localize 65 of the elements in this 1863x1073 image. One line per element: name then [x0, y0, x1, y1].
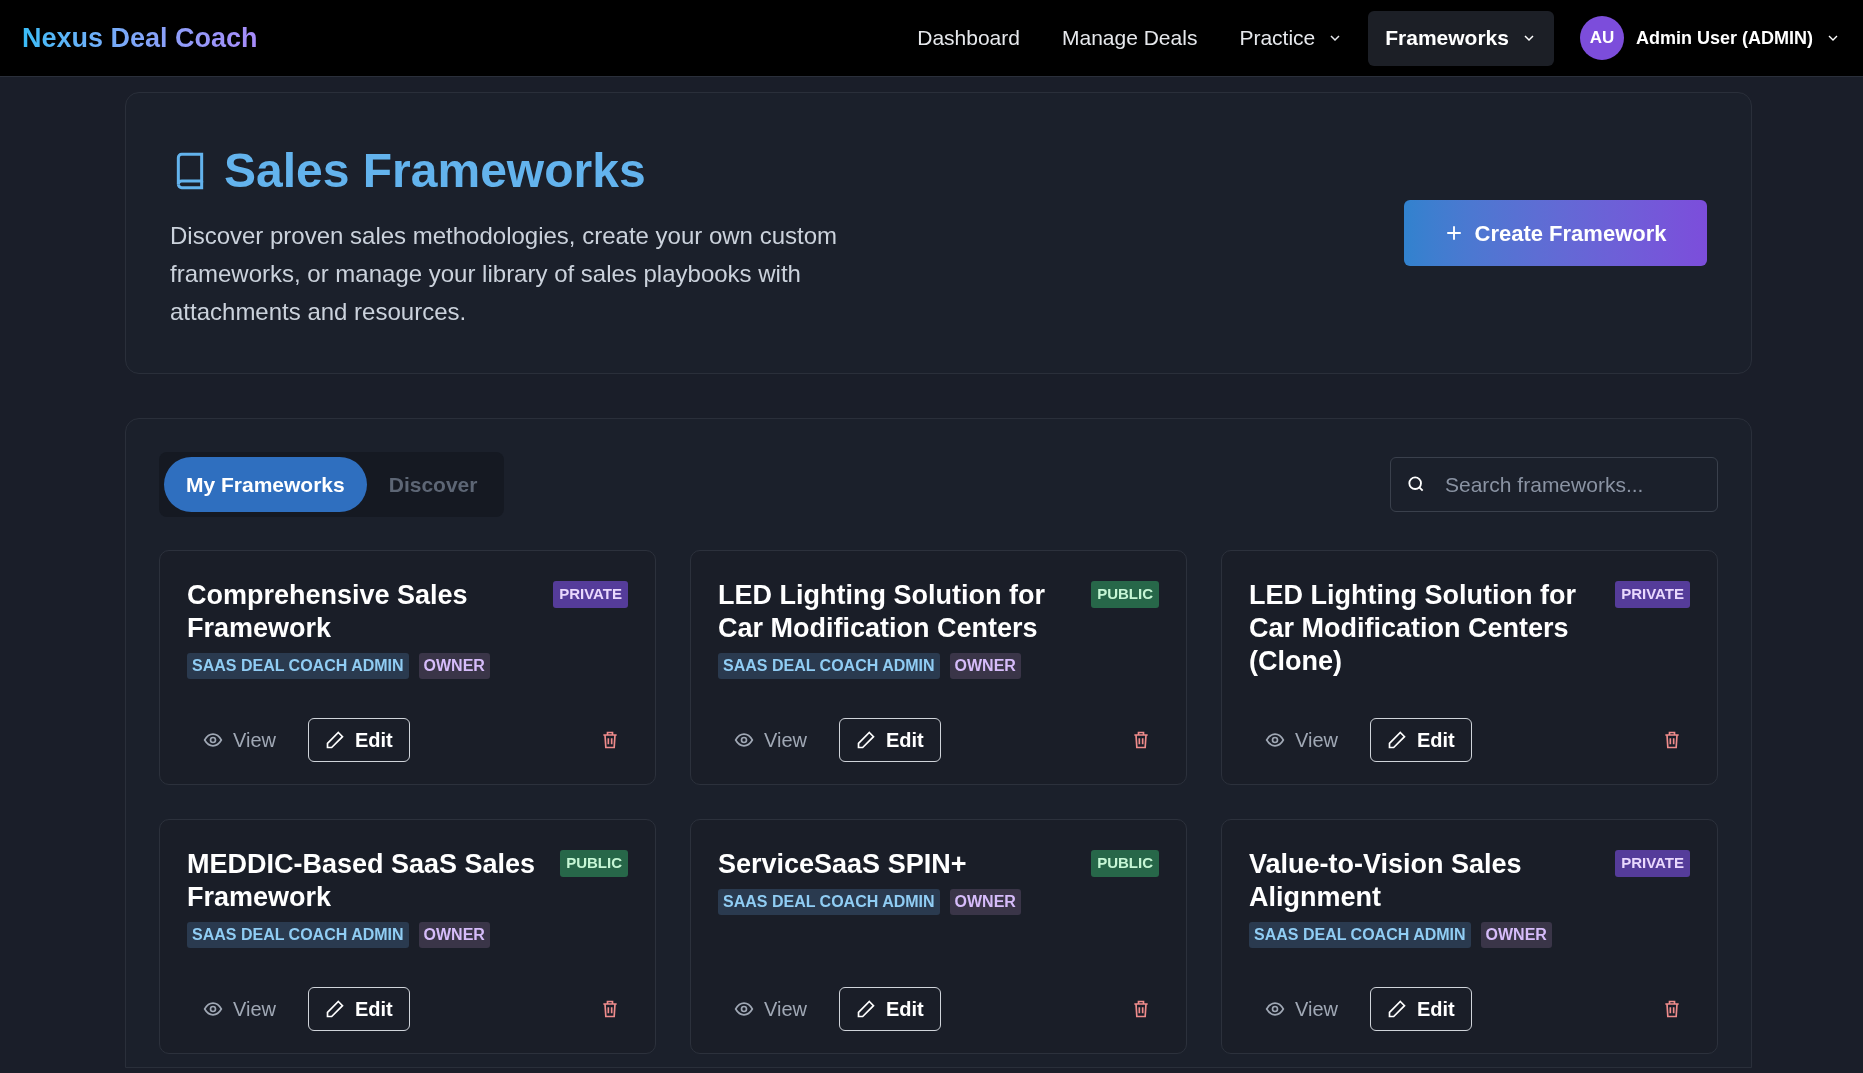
card-title: LED Lighting Solution for Car Modification Centers	[718, 579, 1046, 645]
tab[interactable]: My Frameworks	[164, 457, 367, 512]
user-avatar: AU	[1580, 16, 1624, 60]
trash-icon	[600, 999, 620, 1019]
page-description: Discover proven sales methodologies, create your own custom frameworks, or manage your library of sales playbooks with attachments and resources.	[170, 221, 838, 327]
eye-icon	[734, 999, 754, 1019]
tag: SAAS DEAL COACH ADMIN	[718, 653, 940, 679]
card-title: Value-to-Vision Sales Alignment	[1249, 848, 1523, 914]
card-title: LED Lighting Solution for Car Modification Centers (Clone)	[1249, 579, 1577, 678]
search-icon	[1406, 474, 1426, 494]
view-button[interactable]: View	[1249, 718, 1354, 762]
pencil-icon	[325, 730, 345, 750]
visibility-badge: PRIVATE	[553, 581, 628, 608]
nav-link[interactable]: Manage Deals	[1044, 10, 1215, 66]
pencil-icon	[1387, 730, 1407, 750]
edit-button[interactable]: Edit	[308, 718, 410, 762]
tag: SAAS DEAL COACH ADMIN	[187, 653, 409, 679]
view-button[interactable]: View	[187, 987, 292, 1031]
tag: OWNER	[418, 653, 490, 679]
eye-icon	[203, 999, 223, 1019]
create-framework-button[interactable]: Create Framework	[1404, 200, 1707, 266]
tag: OWNER	[949, 889, 1021, 915]
view-button[interactable]: View	[718, 987, 823, 1031]
edit-button[interactable]: Edit	[1370, 987, 1472, 1031]
eye-icon	[1265, 999, 1285, 1019]
card-title: MEDDIC-Based SaaS Sales Framework	[187, 848, 537, 914]
tag: SAAS DEAL COACH ADMIN	[187, 922, 409, 948]
nav-link[interactable]: Practice	[1222, 10, 1361, 66]
user-menu[interactable]: AU Admin User (ADMIN)	[1580, 16, 1841, 60]
edit-button[interactable]: Edit	[1370, 718, 1472, 762]
trash-icon	[1662, 730, 1682, 750]
tag: OWNER	[1480, 922, 1552, 948]
tag: SAAS DEAL COACH ADMIN	[718, 889, 940, 915]
view-button[interactable]: View	[187, 718, 292, 762]
visibility-badge: PRIVATE	[1615, 850, 1690, 877]
card-title: Comprehensive Sales Framework	[187, 579, 469, 645]
tag: OWNER	[418, 922, 490, 948]
tag: OWNER	[949, 653, 1021, 679]
visibility-badge: PRIVATE	[1615, 581, 1690, 608]
trash-icon	[1131, 999, 1151, 1019]
pencil-icon	[1387, 999, 1407, 1019]
visibility-badge: PUBLIC	[1091, 581, 1159, 608]
view-button[interactable]: View	[718, 718, 823, 762]
visibility-badge: PUBLIC	[560, 850, 628, 877]
edit-button[interactable]: Edit	[839, 718, 941, 762]
view-button[interactable]: View	[1249, 987, 1354, 1031]
visibility-badge: PUBLIC	[1091, 850, 1159, 877]
nav-link[interactable]: Dashboard	[900, 10, 1037, 66]
nav-link[interactable]: Frameworks	[1368, 10, 1554, 66]
pencil-icon	[325, 999, 345, 1019]
card-title: ServiceSaaS SPIN+	[718, 848, 967, 881]
eye-icon	[203, 730, 223, 750]
pencil-icon	[856, 730, 876, 750]
trash-icon	[1662, 999, 1682, 1019]
eye-icon	[1265, 730, 1285, 750]
trash-icon	[1131, 730, 1151, 750]
eye-icon	[734, 730, 754, 750]
edit-button[interactable]: Edit	[839, 987, 941, 1031]
tag: SAAS DEAL COACH ADMIN	[1249, 922, 1471, 948]
trash-icon	[600, 730, 620, 750]
search-field[interactable]: Search frameworks...	[1390, 457, 1718, 512]
page-title: Sales Frameworks	[224, 143, 646, 199]
pencil-icon	[856, 999, 876, 1019]
plus-icon	[1444, 224, 1463, 242]
edit-button[interactable]: Edit	[308, 987, 410, 1031]
